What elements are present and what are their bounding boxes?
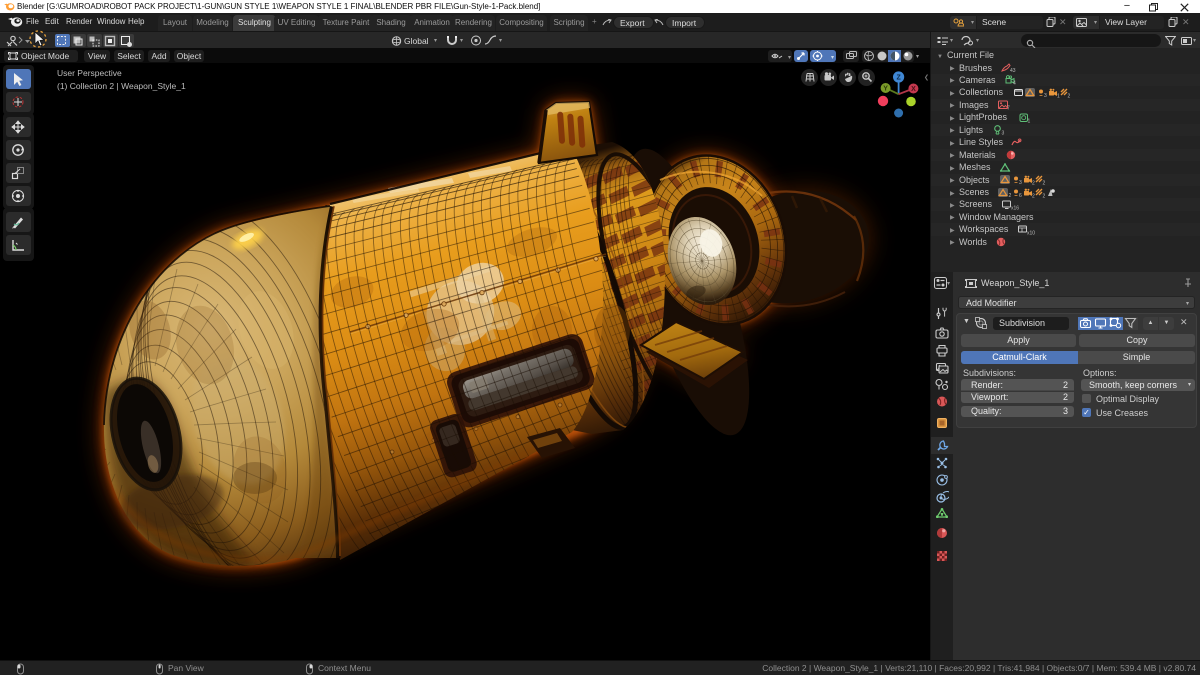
svg-text:2: 2 (1009, 193, 1012, 198)
svg-text:1: 1 (1028, 118, 1031, 123)
svg-text:2: 2 (1043, 193, 1046, 198)
svg-text:3: 3 (1002, 131, 1005, 136)
svg-text:Z: Z (896, 75, 901, 82)
svg-text:3: 3 (1019, 180, 1022, 185)
svg-text:1: 1 (1057, 93, 1060, 98)
svg-text:2: 2 (1043, 181, 1046, 186)
svg-text:3: 3 (1044, 93, 1047, 98)
svg-text:X: X (911, 86, 916, 93)
svg-text:x10: x10 (1027, 230, 1035, 235)
svg-text:7: 7 (1007, 106, 1010, 111)
svg-text:Y: Y (883, 86, 888, 93)
svg-text:43: 43 (1010, 68, 1016, 73)
svg-text:6: 6 (1019, 193, 1022, 198)
svg-text:2: 2 (1068, 93, 1071, 98)
svg-text:4: 4 (1013, 81, 1016, 86)
svg-text:2: 2 (1032, 181, 1035, 186)
svg-text:2: 2 (1032, 193, 1035, 198)
svg-text:x16: x16 (1011, 205, 1019, 210)
